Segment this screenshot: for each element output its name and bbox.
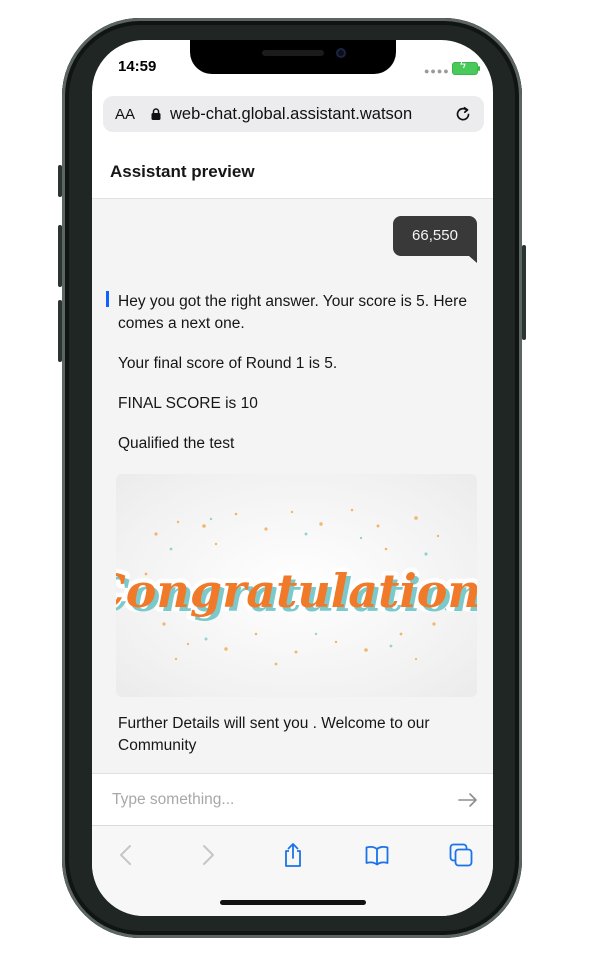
bot-message-marker bbox=[106, 291, 109, 307]
aa-label: AA bbox=[115, 106, 136, 123]
bot-message: FINAL SCORE is 10 bbox=[118, 395, 258, 412]
signal-icon: ●●●● bbox=[424, 66, 450, 76]
send-icon[interactable] bbox=[458, 792, 478, 808]
congratulations-image: Congratulations Congratulations Congratu… bbox=[116, 474, 477, 697]
bot-message: Further Details will sent you . Welcome … bbox=[118, 715, 430, 754]
bot-message: Hey you got the right answer. Your score… bbox=[118, 293, 467, 332]
url-text[interactable]: web-chat.global.assistant.watson bbox=[170, 105, 444, 124]
chat-area[interactable]: 66,550 Hey you got the right answer. You… bbox=[92, 199, 493, 773]
bot-message: Your final score of Round 1 is 5. bbox=[118, 355, 338, 372]
side-button bbox=[522, 245, 526, 340]
speaker bbox=[262, 50, 324, 56]
share-icon[interactable] bbox=[280, 842, 306, 868]
back-icon[interactable] bbox=[113, 842, 139, 868]
user-message: 66,550 bbox=[393, 216, 477, 263]
screen: 14:59 ●●●● ϟ AA web-chat.global.assistan… bbox=[92, 40, 493, 916]
status-time: 14:59 bbox=[118, 58, 157, 75]
address-bar[interactable]: AA web-chat.global.assistant.watson bbox=[103, 96, 484, 132]
lock-icon bbox=[151, 108, 161, 120]
chat-header: Assistant preview bbox=[92, 144, 493, 199]
bookmarks-icon[interactable] bbox=[364, 842, 390, 868]
reader-options-button[interactable]: AA bbox=[115, 106, 135, 123]
notch bbox=[190, 40, 396, 74]
tabs-icon[interactable] bbox=[448, 842, 474, 868]
congratulations-text: Congratulations bbox=[116, 564, 477, 618]
volume-down-button bbox=[58, 300, 62, 362]
reload-icon[interactable] bbox=[454, 105, 472, 123]
message-input[interactable]: Type something... bbox=[112, 791, 234, 809]
page-title: Assistant preview bbox=[110, 162, 255, 181]
volume-up-button bbox=[58, 225, 62, 287]
camera bbox=[336, 48, 346, 58]
forward-icon[interactable] bbox=[195, 842, 221, 868]
message-input-bar[interactable]: Type something... bbox=[92, 773, 493, 826]
home-indicator[interactable] bbox=[220, 900, 366, 905]
silent-switch bbox=[58, 165, 62, 197]
charging-icon: ϟ bbox=[460, 59, 466, 71]
bot-message: Qualified the test bbox=[118, 435, 235, 452]
congratulations-artwork: Congratulations Congratulations Congratu… bbox=[116, 508, 477, 666]
